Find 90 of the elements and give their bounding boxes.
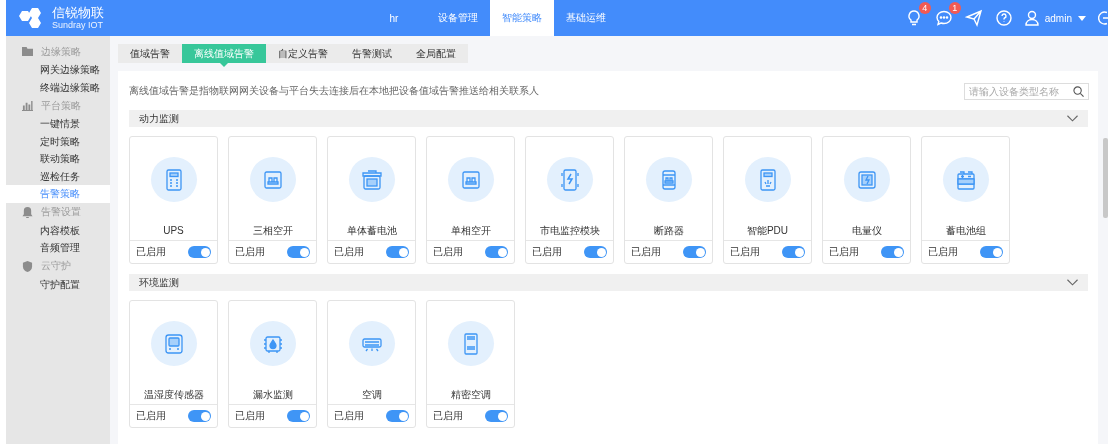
status-label: 已启用 — [928, 245, 958, 260]
logout-icon[interactable] — [1098, 10, 1108, 26]
device-name: 精密空调 — [450, 388, 491, 403]
device-card[interactable]: 温湿度传感器 已启用 — [129, 300, 218, 428]
sidebar-item[interactable]: 网关边缘策略 — [6, 61, 110, 79]
shield-icon — [22, 260, 33, 272]
nav-tab[interactable]: 智能策略 — [490, 0, 554, 36]
device-card[interactable]: 市电监控模块 已启用 — [525, 136, 614, 264]
device-card[interactable]: 漏水监测 已启用 — [228, 300, 317, 428]
scrollbar[interactable] — [1103, 138, 1108, 218]
status-label: 已启用 — [136, 245, 166, 260]
device-card[interactable]: 空调 已启用 — [327, 300, 416, 428]
status-label: 已启用 — [631, 245, 661, 260]
status-label: 已启用 — [433, 409, 463, 424]
section-header[interactable]: 环境监测 — [129, 274, 1088, 291]
toggle-switch[interactable] — [485, 410, 508, 423]
sidebar-item[interactable]: 一键情景 — [6, 115, 110, 133]
toggle-switch[interactable] — [188, 246, 211, 259]
logo-title: 信锐物联 — [52, 5, 104, 20]
toggle-switch[interactable] — [287, 410, 310, 423]
device-card[interactable]: 蓄电池组 已启用 — [921, 136, 1010, 264]
search-icon — [1073, 85, 1084, 97]
notification-badge: 4 — [918, 2, 931, 14]
device-name: 蓄电池组 — [945, 224, 986, 239]
toggle-switch[interactable] — [485, 246, 508, 259]
device-card[interactable]: 电量仪 已启用 — [822, 136, 911, 264]
logo-subtitle: Sundray IOT — [52, 20, 104, 31]
device-name: 智能PDU — [746, 224, 789, 239]
bell-icon — [22, 206, 33, 218]
toggle-switch[interactable] — [386, 246, 409, 259]
tab[interactable]: 全局配置 — [404, 44, 468, 63]
chevron-down-icon — [1067, 279, 1078, 286]
device-name: 三相空开 — [252, 224, 293, 239]
device-name: UPS — [163, 224, 184, 239]
status-label: 已启用 — [235, 409, 265, 424]
device-name: 单体蓄电池 — [346, 224, 397, 239]
section-header[interactable]: 动力监测 — [129, 110, 1088, 127]
help-icon[interactable] — [994, 9, 1013, 27]
status-label: 已启用 — [730, 245, 760, 260]
device-card[interactable]: 精密空调 已启用 — [426, 300, 515, 428]
sidebar-item[interactable]: 内容模板 — [6, 221, 110, 239]
sidebar-item[interactable]: 守护配置 — [6, 275, 110, 293]
toggle-switch[interactable] — [188, 410, 211, 423]
toggle-switch[interactable] — [980, 246, 1003, 259]
device-name: 电量仪 — [851, 224, 882, 239]
battery-icon — [359, 167, 384, 192]
user-icon — [1024, 10, 1039, 26]
toggle-switch[interactable] — [386, 410, 409, 423]
toggle-switch[interactable] — [683, 246, 706, 259]
device-name: 断路器 — [653, 224, 684, 239]
status-label: 已启用 — [235, 245, 265, 260]
sidebar-item[interactable]: 告警策略 — [6, 185, 110, 203]
toggle-switch[interactable] — [782, 246, 805, 259]
chat-icon[interactable] — [934, 9, 953, 27]
device-name: 单相空开 — [450, 224, 491, 239]
device-card[interactable]: 断路器 已启用 — [624, 136, 713, 264]
sidebar-item[interactable]: 定时策略 — [6, 132, 110, 150]
toggle-switch[interactable] — [881, 246, 904, 259]
search-field[interactable]: 请输入设备类型名称 — [964, 82, 1089, 100]
device-card[interactable]: 单体蓄电池 已启用 — [327, 136, 416, 264]
status-label: 已启用 — [334, 409, 364, 424]
tab[interactable]: 告警测试 — [340, 44, 404, 63]
status-label: 已启用 — [532, 245, 562, 260]
device-name: 漏水监测 — [252, 388, 293, 403]
notification-badge: 1 — [948, 2, 961, 14]
folder-icon — [22, 46, 33, 57]
toggle-switch[interactable] — [287, 246, 310, 259]
device-card[interactable]: 三相空开 已启用 — [228, 136, 317, 264]
tab[interactable]: 自定义告警 — [266, 44, 340, 63]
device-card[interactable]: UPS 已启用 — [129, 136, 218, 264]
status-label: 已启用 — [334, 245, 364, 260]
sidebar-item[interactable]: 联动策略 — [6, 150, 110, 168]
sidebar-item[interactable]: 音频管理 — [6, 239, 110, 257]
device-name: 市电监控模块 — [539, 224, 600, 239]
status-label: 已启用 — [433, 245, 463, 260]
sidebar-item[interactable]: 巡检任务 — [6, 167, 110, 185]
tab[interactable]: 值域告警 — [118, 44, 182, 63]
status-label: 已启用 — [136, 409, 166, 424]
description-text: 离线值域告警是指物联网网关设备与平台失去连接后在本地把设备值域告警推送给相关联系人 — [129, 84, 539, 98]
device-name: 温湿度传感器 — [143, 388, 204, 403]
device-name: 空调 — [361, 388, 382, 403]
device-card[interactable]: 智能PDU 已启用 — [723, 136, 812, 264]
toggle-switch[interactable] — [584, 246, 607, 259]
caret-icon — [1078, 15, 1086, 21]
send-icon[interactable] — [964, 9, 983, 27]
status-label: 已启用 — [829, 245, 859, 260]
device-card[interactable]: 单相空开 已启用 — [426, 136, 515, 264]
chart-icon — [22, 100, 33, 111]
sidebar-item[interactable]: 终端边缘策略 — [6, 78, 110, 96]
chevron-down-icon — [1067, 115, 1078, 122]
